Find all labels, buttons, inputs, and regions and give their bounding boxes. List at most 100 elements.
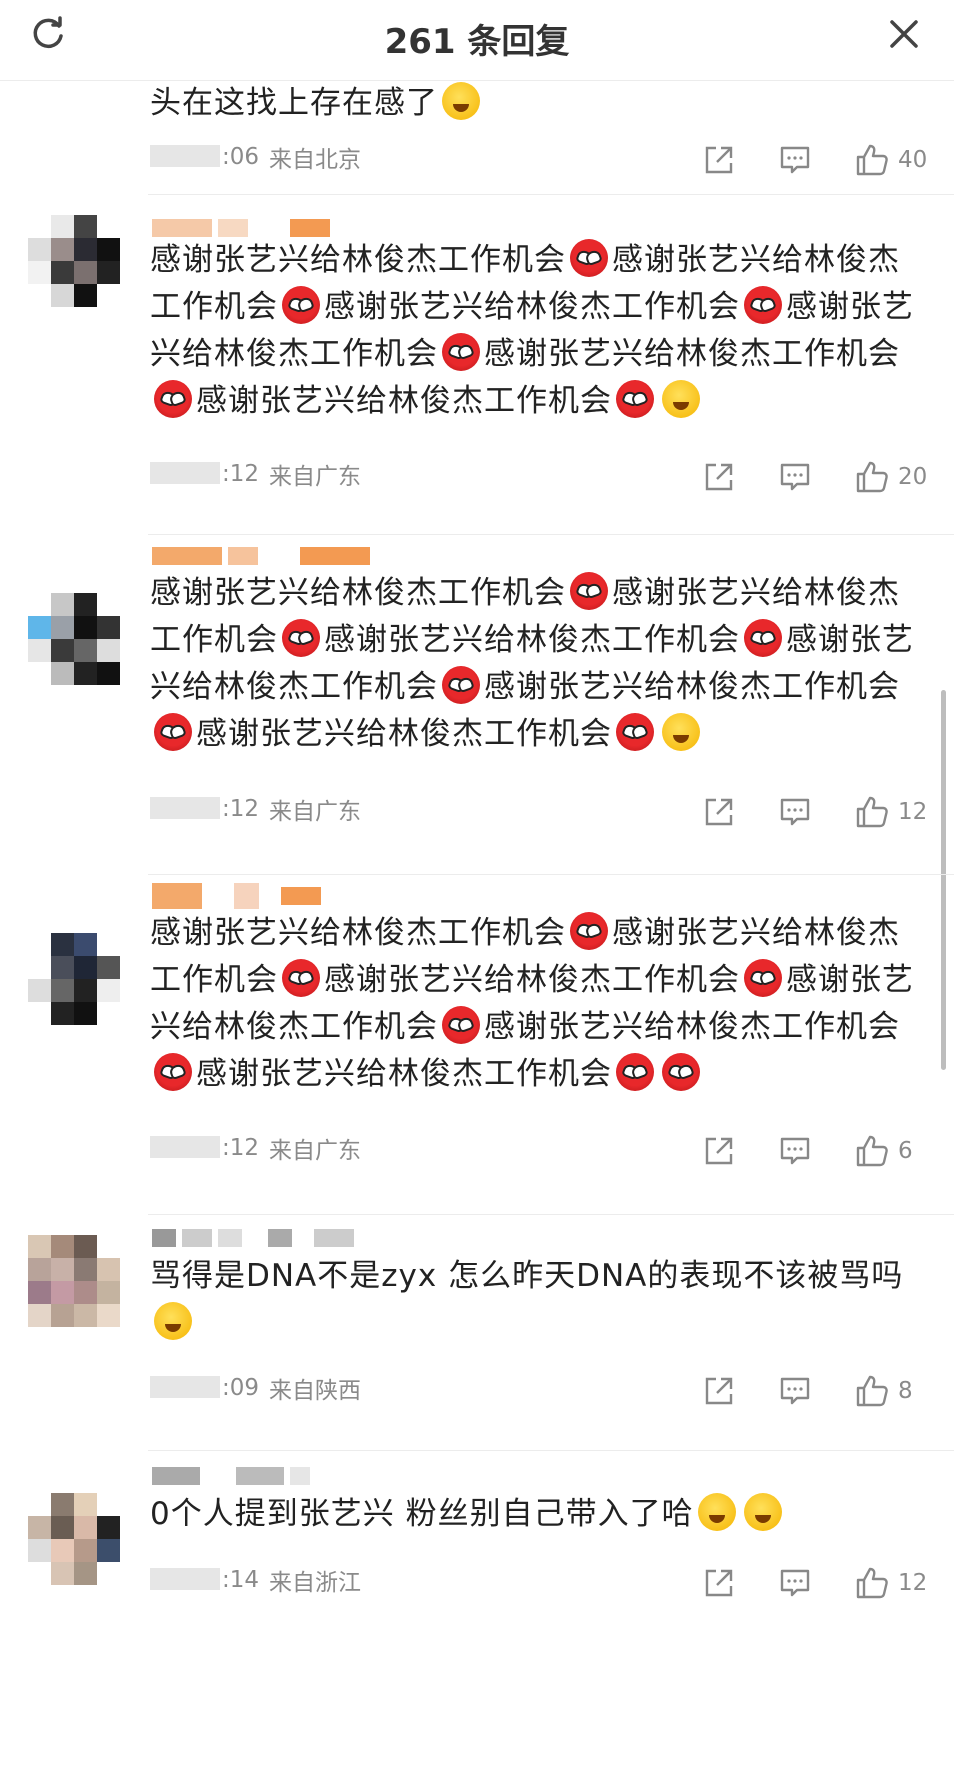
avatar[interactable] [28, 933, 120, 1025]
page-title: 261 条回复 [384, 22, 570, 62]
spider-emoji [616, 1053, 654, 1091]
comment-text: 0个人提到张艺兴 粉丝别自己带入了哈 [150, 1491, 920, 1538]
thumbs-up-icon [856, 144, 888, 176]
comment-meta: :12 来自广东 20 [150, 457, 930, 497]
blurred-date [150, 461, 220, 484]
close-icon[interactable] [884, 14, 924, 54]
username[interactable] [152, 543, 370, 569]
spider-emoji [282, 286, 320, 324]
like-button[interactable]: 8 [854, 1373, 930, 1409]
like-count: 8 [898, 1378, 913, 1404]
comment-location: 来自陕西 [269, 1378, 362, 1404]
comment-text-segment: 感谢张艺兴给林俊杰工作机会 [484, 336, 900, 372]
comment-actions: 12 [702, 792, 930, 832]
spider-emoji [616, 380, 654, 418]
comment-text-segment: 感谢张艺兴给林俊杰工作机会 [324, 622, 740, 658]
spider-emoji [744, 286, 782, 324]
share-icon [705, 1137, 733, 1165]
cry-laugh-emoji [697, 1493, 736, 1531]
comment-location: 来自浙江 [269, 1570, 362, 1596]
share-button[interactable] [702, 795, 736, 829]
comment-text-segment: 感谢张艺兴给林俊杰工作机会 [196, 716, 612, 752]
reply-button[interactable] [778, 1134, 812, 1168]
spider-emoji [744, 959, 782, 997]
comment-meta: :12 来自广东 12 [150, 792, 930, 832]
share-icon [705, 1569, 733, 1597]
reply-button[interactable] [778, 143, 812, 177]
laugh-emoji [662, 713, 700, 751]
share-button[interactable] [702, 460, 736, 494]
comment-time: :12 [222, 1135, 260, 1161]
comment-text-segment: 感谢张艺兴给林俊杰工作机会 [484, 669, 900, 705]
share-button[interactable] [702, 1374, 736, 1408]
thumbs-up-icon [856, 1567, 888, 1599]
comment-location: 来自广东 [269, 1138, 362, 1164]
comment-actions: 12 [702, 1563, 930, 1603]
comment-actions: 40 [702, 140, 930, 180]
blurred-date [150, 144, 220, 167]
comment-text: 感谢张艺兴给林俊杰工作机会 感谢张艺兴给林俊杰工作机会 感谢张艺兴给林俊杰工作机会感… [150, 237, 920, 425]
share-button[interactable] [702, 1566, 736, 1600]
comment-text-segment: 骂得是DNA不是zyx 怎么昨天DNA的表现不该被骂吗 [150, 1258, 904, 1294]
avatar[interactable] [28, 1235, 120, 1327]
comment-icon [780, 798, 810, 826]
comment-item: 感谢张艺兴给林俊杰工作机会 感谢张艺兴给林俊杰工作机会 感谢张艺兴给林俊杰工作机会感… [0, 535, 954, 875]
avatar[interactable] [28, 215, 120, 307]
like-button[interactable]: 6 [854, 1133, 930, 1169]
comment-meta: :06 来自北京 40 [150, 140, 930, 180]
spider-emoji [442, 333, 480, 371]
share-button[interactable] [702, 1134, 736, 1168]
thumbs-up-icon [856, 1135, 888, 1167]
comment-meta: :09 来自陕西 8 [150, 1371, 930, 1411]
comment-icon [780, 1377, 810, 1405]
tongue-emoji [442, 82, 480, 120]
username[interactable] [152, 883, 321, 909]
spider-emoji [282, 959, 320, 997]
like-button[interactable]: 12 [854, 794, 930, 830]
reply-button[interactable] [778, 795, 812, 829]
like-button[interactable]: 20 [854, 459, 930, 495]
like-button[interactable]: 12 [854, 1565, 930, 1601]
comment-item: 0个人提到张艺兴 粉丝别自己带入了哈 :14 来自浙江 12 [0, 1451, 954, 1769]
username[interactable] [152, 1463, 310, 1489]
comment-item: 感谢张艺兴给林俊杰工作机会 感谢张艺兴给林俊杰工作机会 感谢张艺兴给林俊杰工作机会感… [0, 195, 954, 535]
comment-text-segment: 感谢张艺兴给林俊杰工作机会 [324, 289, 740, 325]
thumbs-up-icon [856, 461, 888, 493]
share-icon [705, 146, 733, 174]
like-count: 12 [898, 1570, 928, 1596]
username[interactable] [152, 1225, 354, 1251]
like-button[interactable]: 40 [854, 142, 930, 178]
spider-emoji [744, 619, 782, 657]
blurred-date [150, 1135, 220, 1158]
spider-emoji [154, 380, 192, 418]
like-count: 12 [898, 799, 928, 825]
cry-laugh-emoji [743, 1493, 782, 1531]
comment-actions: 6 [702, 1131, 930, 1171]
comment-text-segment: 感谢张艺兴给林俊杰工作机会 [150, 915, 566, 951]
comment-item: 感谢张艺兴给林俊杰工作机会 感谢张艺兴给林俊杰工作机会 感谢张艺兴给林俊杰工作机会感… [0, 875, 954, 1215]
avatar[interactable] [28, 593, 120, 685]
reply-button[interactable] [778, 1374, 812, 1408]
reply-button[interactable] [778, 460, 812, 494]
smile-emoji [154, 1302, 192, 1340]
spider-emoji [616, 713, 654, 751]
spider-emoji [154, 713, 192, 751]
comment-text-segment: 0个人提到张艺兴 粉丝别自己带入了哈 [150, 1496, 694, 1532]
reply-button[interactable] [778, 1566, 812, 1600]
comment-meta: :12 来自广东 6 [150, 1131, 930, 1171]
spider-emoji [282, 619, 320, 657]
avatar[interactable] [28, 1493, 120, 1585]
comment-actions: 20 [702, 457, 930, 497]
comment-location: 来自广东 [269, 464, 362, 490]
share-button[interactable] [702, 143, 736, 177]
comment-text-segment: 感谢张艺兴给林俊杰工作机会 [196, 383, 612, 419]
share-icon [705, 1377, 733, 1405]
comment-time: :06 [222, 144, 260, 170]
comment-text-segment: 感谢张艺兴给林俊杰工作机会 [484, 1009, 900, 1045]
comment-text: 头在这找上存在感了 [150, 80, 920, 127]
comment-text-segment: 感谢张艺兴给林俊杰工作机会 [196, 1056, 612, 1092]
comment-text-segment: 感谢张艺兴给林俊杰工作机会 [324, 962, 740, 998]
spider-emoji [570, 239, 608, 277]
thumbs-up-icon [856, 796, 888, 828]
heart-eyes-emoji [662, 380, 700, 418]
